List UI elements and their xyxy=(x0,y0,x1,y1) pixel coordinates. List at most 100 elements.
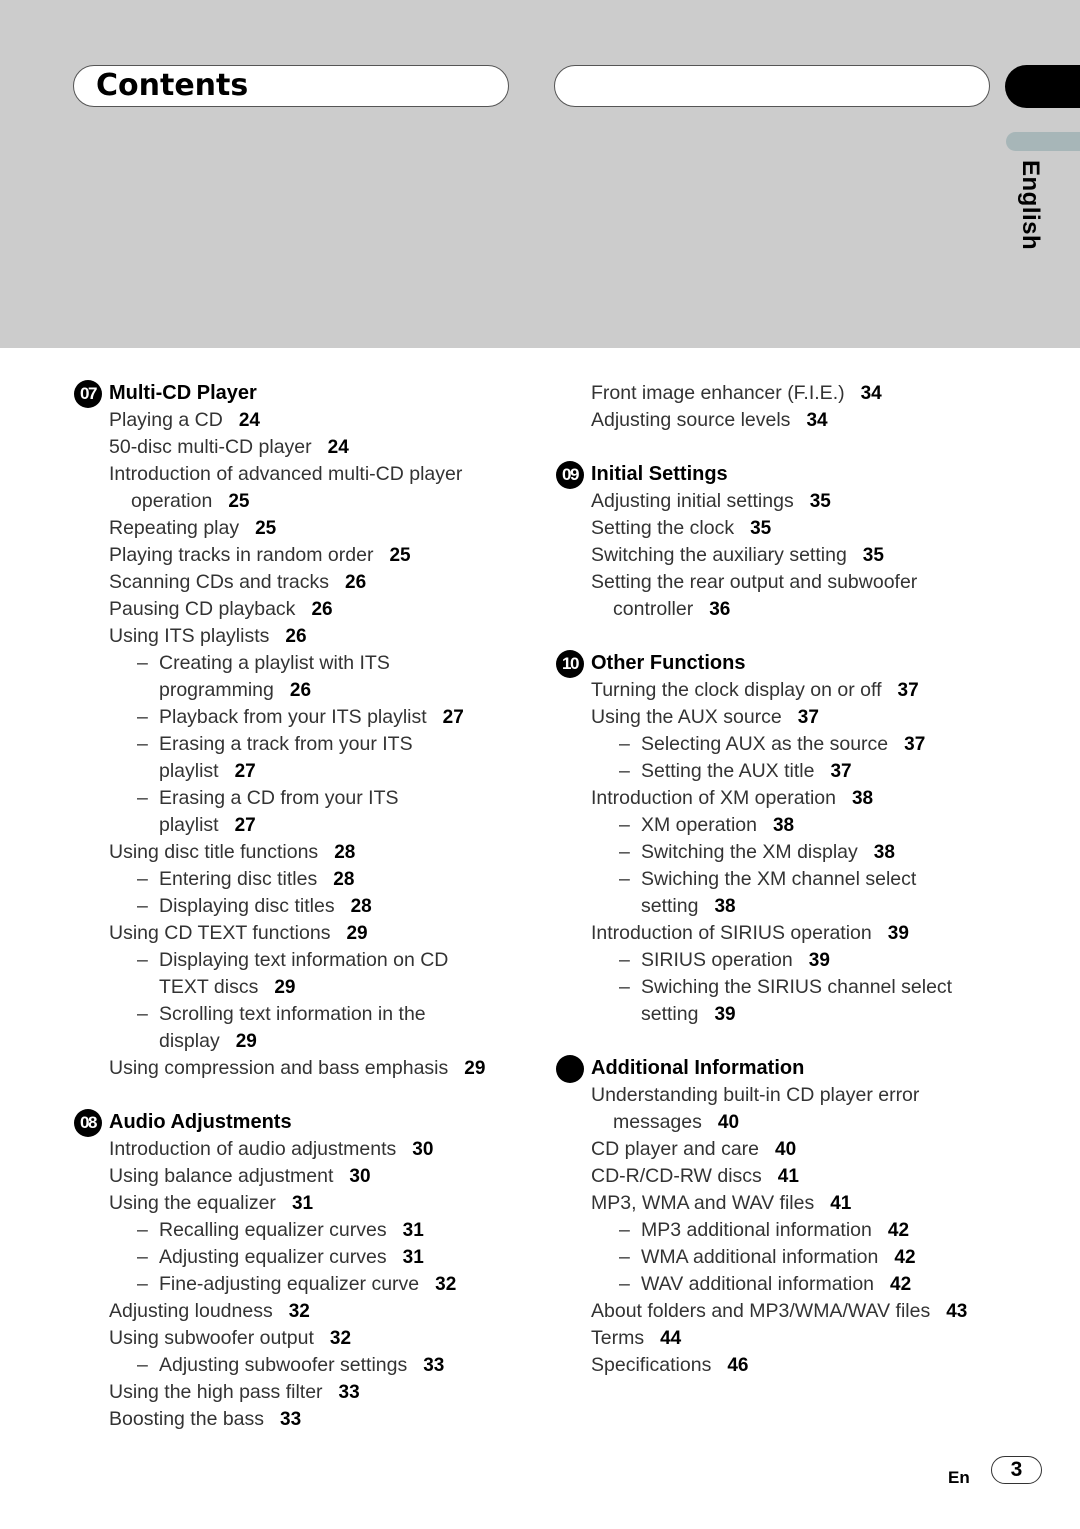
toc-entry[interactable]: Setting the rear output and subwoofer xyxy=(556,569,1016,596)
chapter-number-icon xyxy=(556,1054,584,1083)
toc-entry[interactable]: – Swiching the SIRIUS channel select xyxy=(556,974,1016,1001)
entry-text-line: Using ITS playlists 26 xyxy=(109,625,307,647)
toc-entry-continuation[interactable]: setting 39 xyxy=(556,1001,1016,1028)
toc-entry[interactable]: – Erasing a track from your ITS xyxy=(74,731,534,758)
section-heading[interactable]: Additional Information xyxy=(556,1054,1016,1083)
toc-entry[interactable]: Using subwoofer output 32 xyxy=(74,1325,534,1352)
entry-title: Repeating play xyxy=(109,517,240,539)
toc-entry[interactable]: – Displaying disc titles 28 xyxy=(74,893,534,920)
section-title: Additional Information xyxy=(591,1057,805,1079)
toc-entry[interactable]: Using the equalizer 31 xyxy=(74,1190,534,1217)
entry-page-number: 34 xyxy=(806,410,828,431)
toc-entry[interactable]: Using the AUX source 37 xyxy=(556,704,1016,731)
toc-entry-continuation[interactable]: programming 26 xyxy=(74,677,534,704)
entry-text-line: Repeating play 25 xyxy=(109,517,276,539)
toc-entry[interactable]: Introduction of XM operation 38 xyxy=(556,785,1016,812)
toc-entry[interactable]: – Swiching the XM channel select xyxy=(556,866,1016,893)
toc-entry[interactable]: Pausing CD playback 26 xyxy=(74,596,534,623)
toc-entry[interactable]: – Erasing a CD from your ITS xyxy=(74,785,534,812)
toc-entry[interactable]: – Fine-adjusting equalizer curve 32 xyxy=(74,1271,534,1298)
entry-text-line: Specifications 46 xyxy=(591,1354,748,1376)
section-heading[interactable]: 08 Audio Adjustments xyxy=(74,1108,534,1137)
toc-entry[interactable]: Introduction of advanced multi-CD player xyxy=(74,461,534,488)
toc-entry[interactable]: Repeating play 25 xyxy=(74,515,534,542)
toc-entry[interactable]: CD-R/CD-RW discs 41 xyxy=(556,1163,1016,1190)
toc-entry-continuation[interactable]: playlist 27 xyxy=(74,812,534,839)
entry-text-line: CD-R/CD-RW discs 41 xyxy=(591,1165,799,1187)
section-title: Multi-CD Player xyxy=(109,382,257,404)
toc-entry[interactable]: – WMA additional information 42 xyxy=(556,1244,1016,1271)
toc-entry[interactable]: About folders and MP3/WMA/WAV files 43 xyxy=(556,1298,1016,1325)
entry-page-number: 28 xyxy=(350,896,372,917)
toc-entry[interactable]: – MP3 additional information 42 xyxy=(556,1217,1016,1244)
footer-language-code: En xyxy=(948,1468,970,1487)
toc-entry[interactable]: – Switching the XM display 38 xyxy=(556,839,1016,866)
entry-text-line: playlist 27 xyxy=(135,758,534,785)
toc-entry[interactable]: Using compression and bass emphasis 29 xyxy=(74,1055,534,1082)
entry-title: Terms xyxy=(591,1327,645,1349)
toc-entry-continuation[interactable]: playlist 27 xyxy=(74,758,534,785)
entry-text-line: WAV additional information 42 xyxy=(617,1271,1016,1298)
toc-entry[interactable]: – Setting the AUX title 37 xyxy=(556,758,1016,785)
entry-page-number: 33 xyxy=(280,1409,302,1430)
entry-text-line: TEXT discs 29 xyxy=(135,974,534,1001)
toc-entry-continuation[interactable]: display 29 xyxy=(74,1028,534,1055)
toc-entry[interactable]: – Scrolling text information in the xyxy=(74,1001,534,1028)
section-heading[interactable]: 09 Initial Settings xyxy=(556,460,1016,489)
toc-entry[interactable]: – Displaying text information on CD xyxy=(74,947,534,974)
entry-title: Pausing CD playback xyxy=(109,598,296,620)
toc-entry[interactable]: Specifications 46 xyxy=(556,1352,1016,1379)
toc-entry[interactable]: Introduction of SIRIUS operation 39 xyxy=(556,920,1016,947)
toc-entry[interactable]: Introduction of audio adjustments 30 xyxy=(74,1136,534,1163)
entry-page-number: 36 xyxy=(709,599,731,620)
toc-entry[interactable]: Using CD TEXT functions 29 xyxy=(74,920,534,947)
toc-entry[interactable]: – SIRIUS operation 39 xyxy=(556,947,1016,974)
toc-entry[interactable]: Front image enhancer (F.I.E.) 34 xyxy=(556,380,1016,407)
toc-entry-continuation[interactable]: controller 36 xyxy=(556,596,1016,623)
dash-bullet-icon: – xyxy=(619,1273,630,1295)
toc-entry[interactable]: – XM operation 38 xyxy=(556,812,1016,839)
toc-entry[interactable]: Turning the clock display on or off 37 xyxy=(556,677,1016,704)
toc-entry[interactable]: Adjusting loudness 32 xyxy=(74,1298,534,1325)
entry-title: Displaying disc titles xyxy=(159,895,335,917)
toc-entry[interactable]: – Adjusting equalizer curves 31 xyxy=(74,1244,534,1271)
toc-entry[interactable]: – Creating a playlist with ITS xyxy=(74,650,534,677)
section-heading[interactable]: 10 Other Functions xyxy=(556,649,1016,678)
toc-entry[interactable]: Boosting the bass 33 xyxy=(74,1406,534,1433)
toc-entry-continuation[interactable]: setting 38 xyxy=(556,893,1016,920)
toc-entry-continuation[interactable]: messages 40 xyxy=(556,1109,1016,1136)
toc-entry[interactable]: – Entering disc titles 28 xyxy=(74,866,534,893)
toc-entry[interactable]: Scanning CDs and tracks 26 xyxy=(74,569,534,596)
entry-text-line: WMA additional information 42 xyxy=(617,1244,1016,1271)
toc-entry-continuation[interactable]: operation 25 xyxy=(74,488,534,515)
entry-page-number: 27 xyxy=(234,761,256,782)
toc-entry[interactable]: Using the high pass filter 33 xyxy=(74,1379,534,1406)
toc-entry[interactable]: – Recalling equalizer curves 31 xyxy=(74,1217,534,1244)
toc-entry[interactable]: Using ITS playlists 26 xyxy=(74,623,534,650)
toc-entry[interactable]: Adjusting initial settings 35 xyxy=(556,488,1016,515)
toc-entry[interactable]: Playing tracks in random order 25 xyxy=(74,542,534,569)
toc-entry[interactable]: Using disc title functions 28 xyxy=(74,839,534,866)
toc-entry[interactable]: Setting the clock 35 xyxy=(556,515,1016,542)
section-heading[interactable]: 07 Multi-CD Player xyxy=(74,379,534,408)
toc-entry[interactable]: Understanding built-in CD player error xyxy=(556,1082,1016,1109)
toc-entry[interactable]: Switching the auxiliary setting 35 xyxy=(556,542,1016,569)
toc-entry[interactable]: Adjusting source levels 34 xyxy=(556,407,1016,434)
entry-title: Using balance adjustment xyxy=(109,1165,334,1187)
toc-entry[interactable]: – WAV additional information 42 xyxy=(556,1271,1016,1298)
toc-entry[interactable]: – Playback from your ITS playlist 27 xyxy=(74,704,534,731)
toc-entry[interactable]: Playing a CD 24 xyxy=(74,407,534,434)
toc-entry[interactable]: 50-disc multi-CD player 24 xyxy=(74,434,534,461)
toc-entry[interactable]: – Adjusting subwoofer settings 33 xyxy=(74,1352,534,1379)
toc-entry[interactable]: CD player and care 40 xyxy=(556,1136,1016,1163)
toc-entry[interactable]: Terms 44 xyxy=(556,1325,1016,1352)
toc-entry[interactable]: MP3, WMA and WAV files 41 xyxy=(556,1190,1016,1217)
entry-title: playlist xyxy=(159,814,219,836)
toc-entry-continuation[interactable]: TEXT discs 29 xyxy=(74,974,534,1001)
entry-text-line: Using the equalizer 31 xyxy=(109,1192,313,1214)
entry-title: WMA additional information xyxy=(641,1246,879,1268)
dash-bullet-icon: – xyxy=(137,1354,148,1376)
toc-entry[interactable]: Using balance adjustment 30 xyxy=(74,1163,534,1190)
toc-entry[interactable]: – Selecting AUX as the source 37 xyxy=(556,731,1016,758)
dash-bullet-icon: – xyxy=(137,1003,148,1025)
